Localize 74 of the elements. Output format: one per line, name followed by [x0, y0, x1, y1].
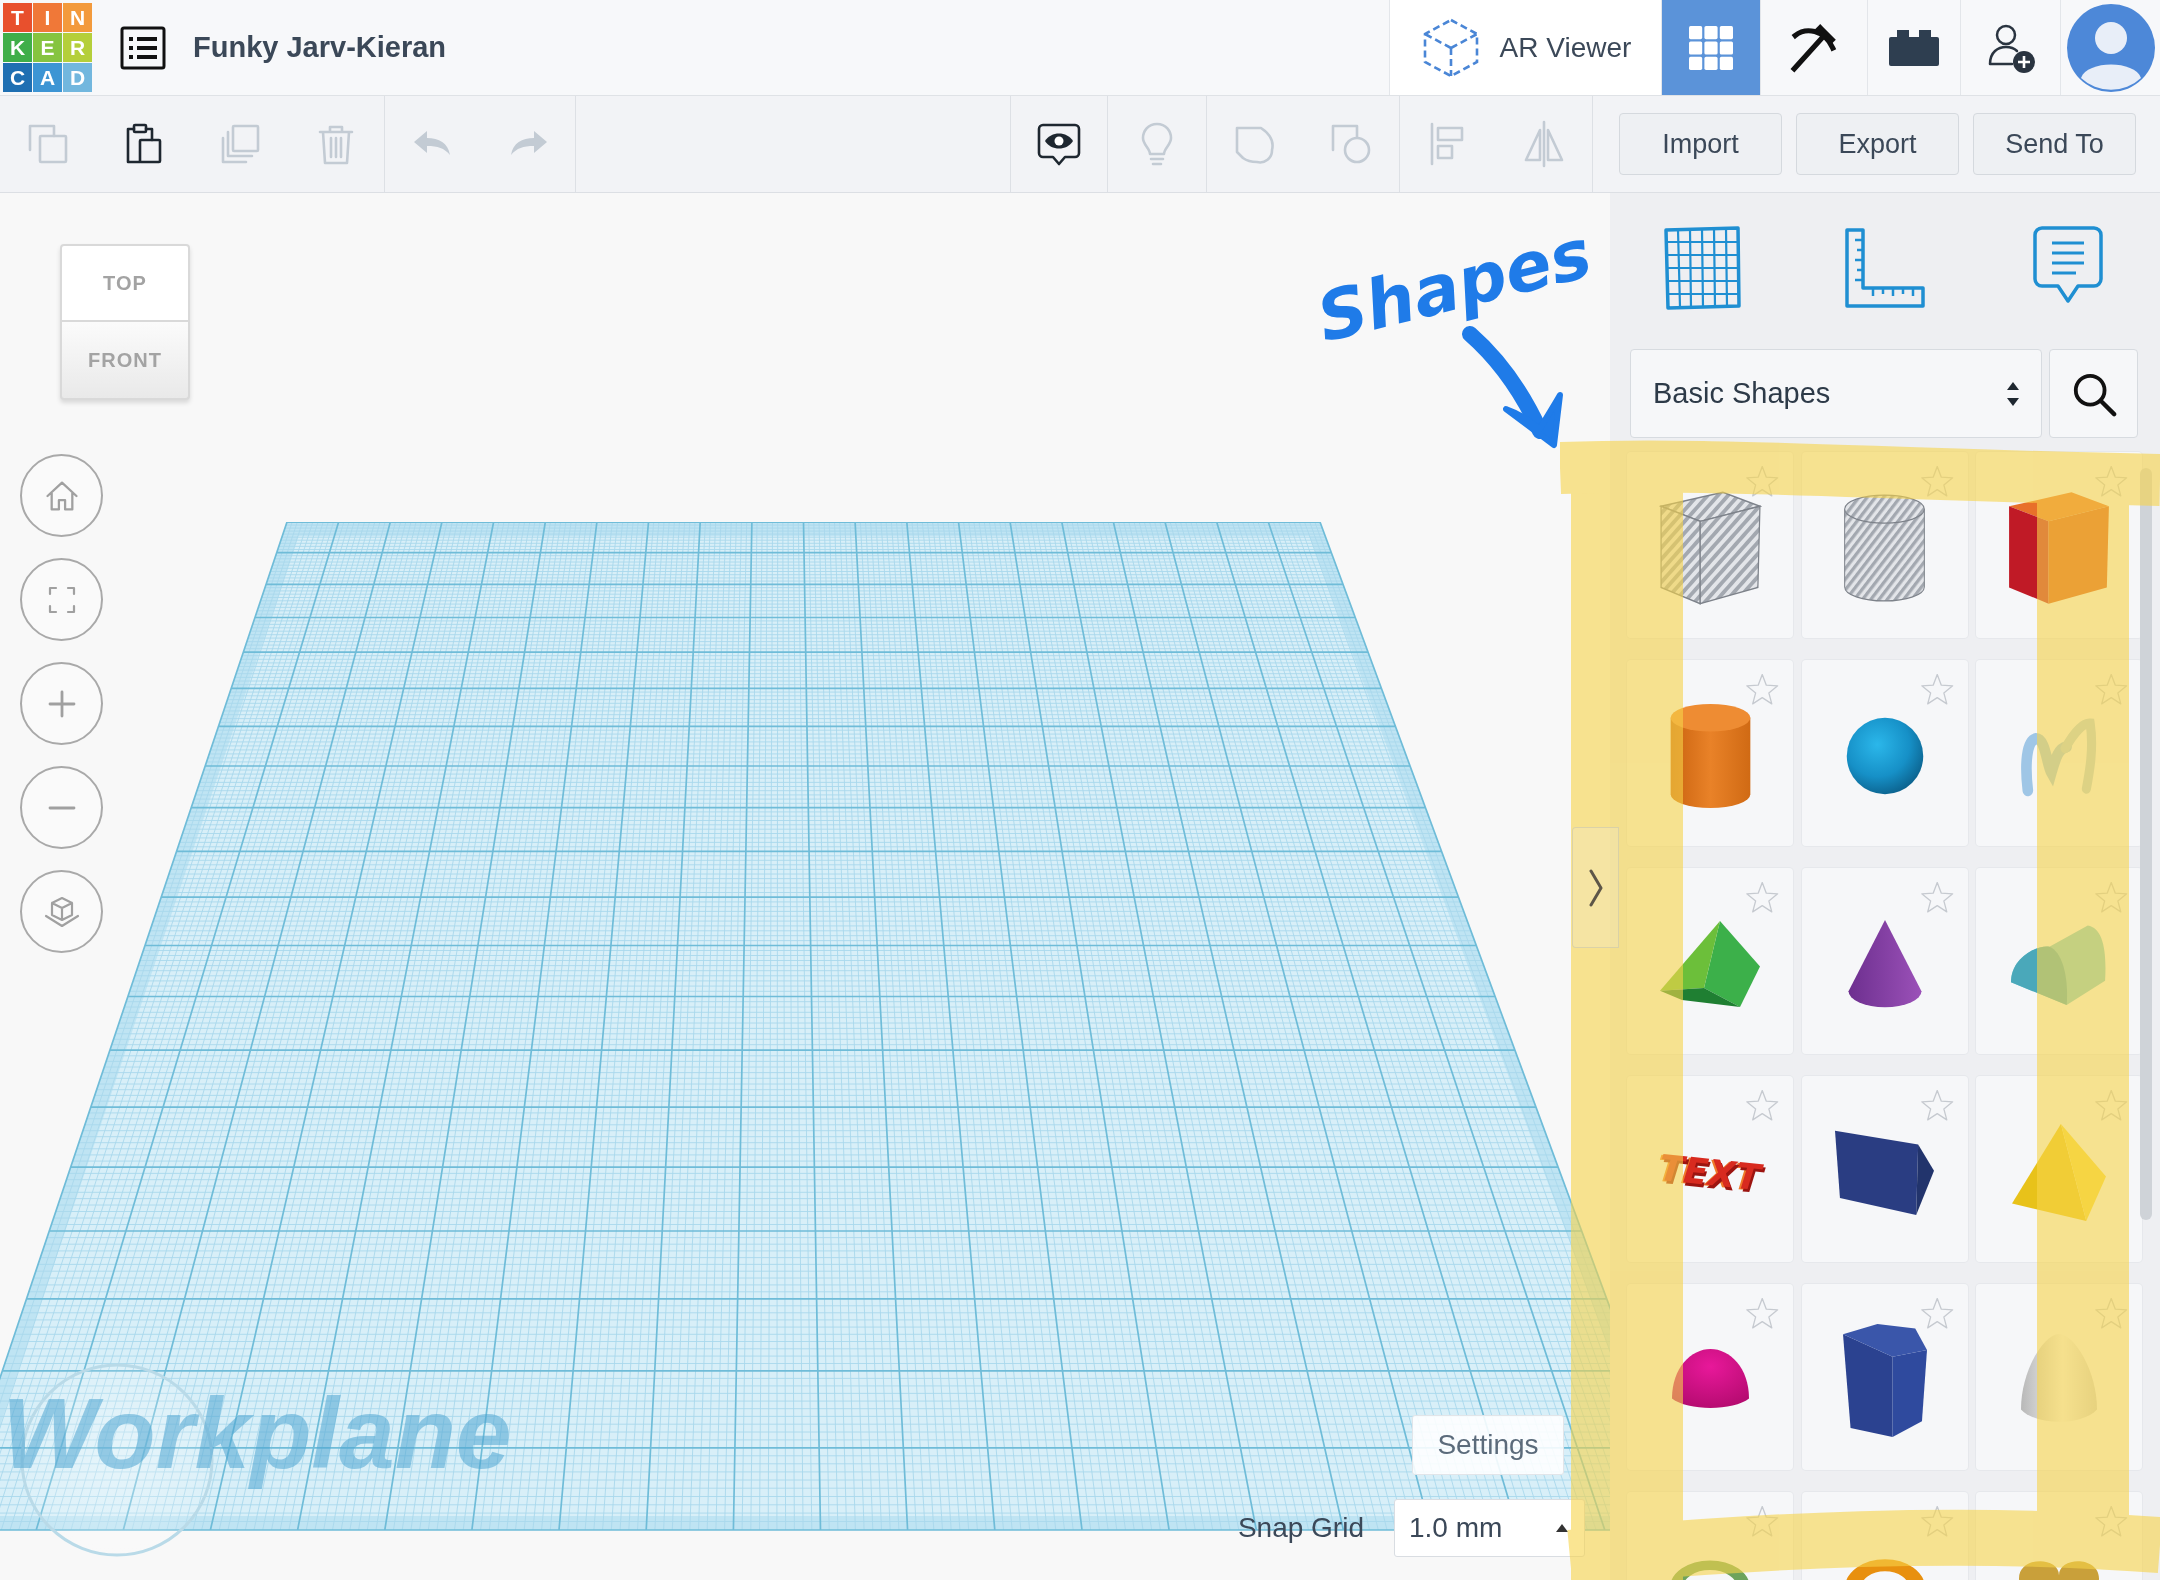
sphere-icon: [1845, 717, 1924, 795]
shape-tile[interactable]: [1976, 868, 2142, 1054]
shape-tile[interactable]: [1976, 660, 2142, 846]
hexagonal-prism-icon: [1842, 1323, 1927, 1437]
settings-button[interactable]: Settings: [1412, 1415, 1564, 1475]
import-button[interactable]: Import: [1619, 113, 1782, 175]
pickaxe-icon: [1789, 22, 1839, 73]
logo-tile: I: [33, 3, 62, 32]
cube-icon: [43, 894, 80, 929]
star-icon[interactable]: [2095, 1506, 2128, 1537]
shape-tile[interactable]: [1976, 1076, 2142, 1262]
shape-tile[interactable]: [1976, 1284, 2142, 1470]
scrollbar-thumb[interactable]: [2140, 468, 2152, 1220]
corners-icon: [47, 585, 76, 614]
logo-tile: E: [33, 33, 62, 62]
project-title[interactable]: Funky Jarv-Kieran: [193, 31, 447, 64]
shape-tile[interactable]: [1801, 868, 1968, 1054]
pyramid-icon: [2012, 1123, 2106, 1221]
star-icon[interactable]: [1746, 466, 1779, 497]
half-cylinder-icon: [2011, 923, 2107, 1005]
text-shape-thumbnail: TEXT: [1657, 1146, 1763, 1198]
caret-up-icon: [1556, 1524, 1568, 1532]
collapse-panel-tab[interactable]: [1572, 827, 1619, 948]
triangular-prism-icon: [1660, 921, 1760, 1007]
star-icon[interactable]: [2095, 1298, 2128, 1329]
logo-tile: D: [63, 63, 92, 92]
star-icon[interactable]: [1746, 674, 1779, 705]
logo-tile: R: [63, 33, 92, 62]
striped-cube-icon: [1658, 490, 1762, 606]
logo-tile: K: [3, 33, 32, 62]
cone-icon: [1846, 919, 1923, 1009]
star-icon[interactable]: [1920, 674, 1954, 705]
shape-tile[interactable]: [1801, 1076, 1968, 1262]
star-icon[interactable]: [1746, 1090, 1779, 1121]
logo-tile: T: [3, 3, 32, 32]
ruler-icon[interactable]: [1843, 226, 1927, 310]
send-to-button[interactable]: Send To: [1973, 113, 2136, 175]
star-icon[interactable]: [2095, 674, 2128, 705]
logo-tile: N: [63, 3, 92, 32]
snap-grid-label: Snap Grid: [1237, 1512, 1364, 1544]
chevron-right-icon: [1587, 868, 1604, 907]
star-icon[interactable]: [1920, 1090, 1954, 1121]
striped-cylinder-icon: [1843, 494, 1926, 602]
logo-tile: C: [3, 63, 32, 92]
list-icon[interactable]: [120, 25, 166, 70]
cube-icon: [2007, 490, 2111, 606]
handwritten-annotation: Shapes: [1309, 214, 1599, 358]
star-icon[interactable]: [1746, 1506, 1779, 1537]
search-button[interactable]: [2049, 349, 2138, 438]
grid-icon: [1689, 25, 1733, 70]
star-icon[interactable]: [2095, 882, 2128, 913]
plus-icon: [47, 689, 76, 718]
wedge-icon: [1835, 1129, 1934, 1215]
star-icon[interactable]: [1746, 882, 1779, 913]
star-icon[interactable]: [1746, 1298, 1779, 1329]
shape-tile[interactable]: [1976, 452, 2142, 638]
star-icon[interactable]: [1920, 882, 1954, 913]
star-icon[interactable]: [2095, 1090, 2128, 1121]
brick-icon: [1889, 29, 1939, 66]
avatar-icon[interactable]: [2066, 3, 2155, 92]
star-icon[interactable]: [1920, 1298, 1954, 1329]
workplane-grid-icon[interactable]: [1661, 225, 1742, 311]
shape-tile[interactable]: [1801, 1284, 1968, 1470]
squiggle-icon: [2021, 715, 2097, 797]
cylinder-icon: [1668, 703, 1752, 809]
logo-tile: A: [33, 63, 62, 92]
minus-icon: [47, 805, 76, 810]
star-icon[interactable]: [1920, 1506, 1954, 1537]
export-button[interactable]: Export: [1796, 113, 1959, 175]
ar-viewer-button[interactable]: AR Viewer: [1389, 0, 1661, 95]
shape-tile[interactable]: [1801, 660, 1968, 846]
home-icon: [45, 480, 78, 511]
category-dropdown[interactable]: Basic Shapes: [1630, 349, 2042, 438]
snap-grid-dropdown[interactable]: 1.0 mm: [1394, 1499, 1585, 1557]
